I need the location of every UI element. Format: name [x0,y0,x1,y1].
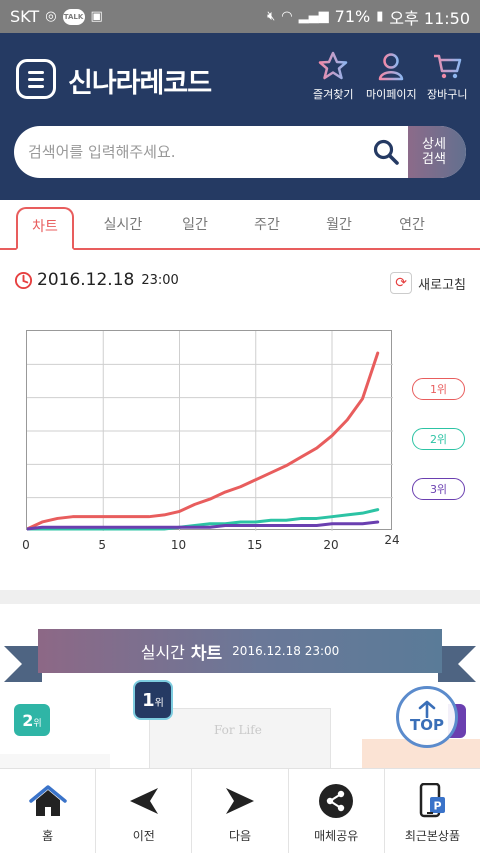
detail-search-label-1: 상세 [422,137,446,152]
settings-circle-icon: ◎ [45,9,57,24]
tab-monthly[interactable]: 월간 [309,214,369,234]
clock-icon [14,271,33,289]
refresh-label: 새로고침 [418,277,466,293]
search-bar: 상세 검색 [14,126,466,178]
banner-datetime: 2016.12.18 23:00 [232,644,340,658]
nav-forward[interactable]: 다음 [191,769,287,853]
battery-icon: ▮ [376,9,384,24]
detail-search-label-2: 검색 [422,152,446,167]
nav-back-label: 이전 [132,829,155,843]
album-cover-left[interactable] [0,754,110,768]
line-chart-svg [27,331,393,531]
detail-search-button[interactable]: 상세 검색 [408,126,466,178]
search-input[interactable] [28,126,368,178]
mute-icon: 🔇︎ [267,9,276,24]
signal-icon: ▂▄▆ [298,9,329,24]
nav-share[interactable]: 매체공유 [287,769,384,853]
favorites-button[interactable]: 즐겨찾기 [313,51,353,102]
forward-arrow-icon [226,788,254,814]
cart-button[interactable]: 장바구니 [427,51,467,102]
ribbon-left [4,646,22,682]
realtime-chart-banner: 실시간 차트 2016.12.18 23:00 [38,629,442,673]
recent-items-icon: P [420,783,446,818]
legend-rank1[interactable]: 1위 [412,378,465,400]
section-divider [0,590,480,604]
scroll-top-button[interactable]: TOP [396,686,458,748]
legend-rank2[interactable]: 2위 [412,428,465,450]
x-tick-label-1: 5 [98,538,107,552]
cart-icon [434,54,462,79]
wifi-icon: ◠ [281,9,293,24]
cart-label: 장바구니 [427,88,468,101]
person-icon [379,53,404,81]
back-arrow-icon [129,788,158,814]
rank-badge-2: 2 위 [14,704,50,736]
rank2-unit: 위 [33,719,42,729]
realtime-chart-section: 실시간 차트 2016.12.18 23:00 For Life 2 위 1 위 [0,604,480,768]
x-tick-label-2: 10 [170,538,187,552]
battery-level: 71% [334,7,371,26]
menu-button[interactable] [16,59,56,99]
mypage-label: 마이페이지 [366,88,417,101]
clock: 오후 11:50 [389,8,470,28]
nav-back[interactable]: 이전 [95,769,191,853]
share-icon [319,784,354,818]
clipboard-icon: ▣ [90,9,103,24]
legend-rank3[interactable]: 3위 [412,478,465,500]
bottom-navigation: 홈 이전 다음 매체공유 P 최근본상품 [0,768,480,853]
x-tick-label-4: 20 [323,538,339,552]
search-icon[interactable] [372,138,400,166]
scroll-top-label: TOP [410,716,444,734]
favorites-label: 즐겨찾기 [313,88,354,101]
chart-time: 23:00 [141,272,179,288]
nav-forward-label: 다음 [228,829,252,843]
series-line-rank1 [27,351,380,531]
home-icon [28,785,67,816]
nav-home[interactable]: 홈 [0,769,95,853]
carrier-label: SKT [10,7,40,26]
star-icon [318,51,348,80]
tab-yearly[interactable]: 연간 [382,214,442,234]
chart-datetime: 2016.12.18 23:00 [14,270,179,290]
tab-chart[interactable]: 차트 [16,207,74,250]
tab-daily[interactable]: 일간 [165,214,225,234]
nav-recent[interactable]: P 최근본상품 [383,769,480,853]
x-tick-label-3: 15 [247,538,263,552]
nav-recent-label: 최근본상품 [404,829,461,843]
hamburger-icon [28,70,44,74]
x-tick-label-5: 24 [384,533,400,547]
rank2-number: 2 [22,711,34,730]
nav-share-label: 매체공유 [314,829,359,843]
rank-badge-1: 1 위 [133,680,173,720]
tab-realtime[interactable]: 실시간 [93,214,153,234]
nav-home-label: 홈 [42,829,54,843]
banner-title-bold: 차트 [190,643,223,664]
line-chart [26,330,393,531]
x-tick-label-0: 0 [22,538,30,552]
ribbon-right [458,646,476,682]
chart-section: 2016.12.18 23:00 ⟳ 새로고침 0 5 10 15 20 24 1위 2위… [0,252,480,590]
chart-date: 2016.12.18 [37,270,135,290]
mypage-button[interactable]: 마이페이지 [366,51,417,102]
chart-period-tabs: 차트 실시간 일간 주간 월간 연간 [0,200,480,250]
tab-weekly[interactable]: 주간 [237,214,297,234]
rank1-number: 1 [142,690,155,711]
site-logo[interactable]: 신나라레코드 [68,61,212,100]
album-title: For Life [214,723,262,737]
refresh-icon: ⟳ [390,272,413,294]
refresh-button[interactable]: ⟳ 새로고침 [390,272,466,294]
app-header: 신나라레코드 즐겨찾기 마이페이지 장바구니 상세 [0,33,480,200]
banner-title-light: 실시간 [140,643,185,662]
talk-icon: TALK [62,8,85,25]
status-bar: SKT ◎ TALK ▣ 🔇︎ ◠ ▂▄▆ 71% ▮ 오후 11:50 [0,0,480,33]
svg-text:P: P [434,800,442,813]
album-cover-rank1[interactable]: For Life [149,708,331,768]
rank1-unit: 위 [154,698,164,709]
